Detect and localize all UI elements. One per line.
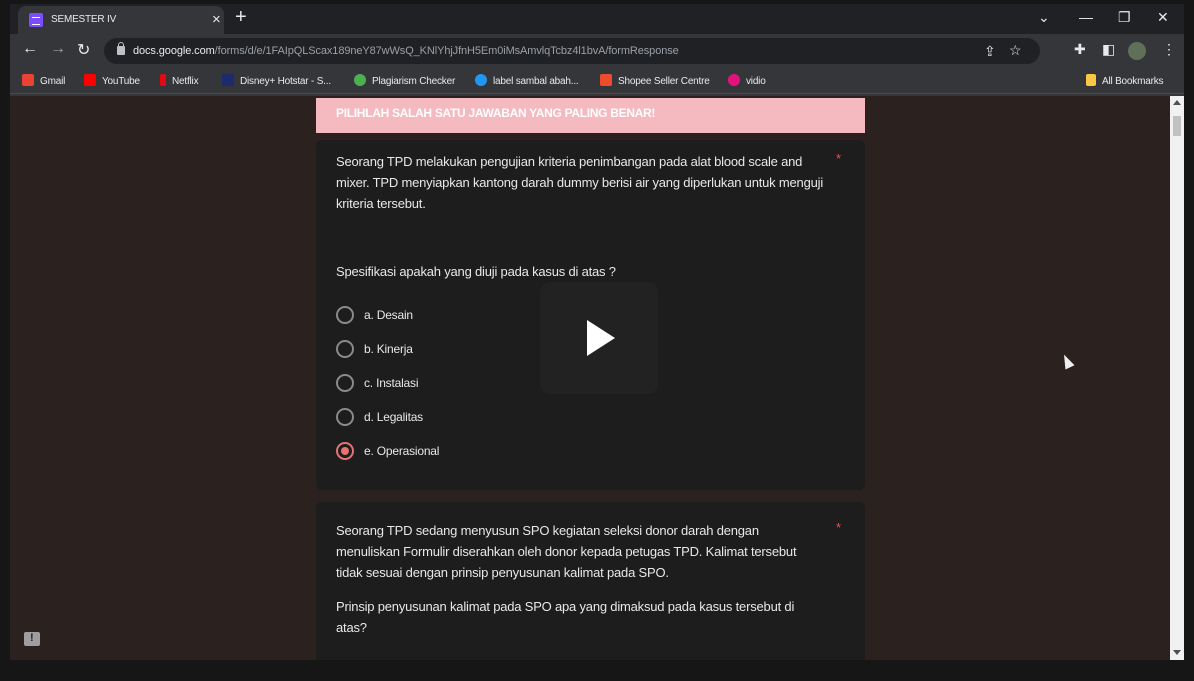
shopee-icon <box>600 74 612 86</box>
section-header-text: PILIHLAH SALAH SATU JAWABAN YANG PALING … <box>336 106 656 120</box>
youtube-icon <box>84 74 96 86</box>
bookmark-label: Netflix <box>172 76 199 87</box>
reload-icon[interactable]: ↻ <box>77 40 90 60</box>
browser-window: SEMESTER IV × + ⌄ — ❐ ✕ ← → ↻ docs.googl… <box>10 4 1184 660</box>
bookmark-plagiarism-checker[interactable]: Plagiarism Checker <box>354 74 455 87</box>
lock-icon[interactable] <box>117 42 125 55</box>
url-host: docs.google.com <box>133 45 215 57</box>
bookmark-label: Disney+ Hotstar - S... <box>240 76 331 87</box>
back-icon[interactable]: ← <box>22 40 38 58</box>
url-text[interactable]: docs.google.com/forms/d/e/1FAIpQLScax189… <box>133 45 679 57</box>
option-label: c. Instalasi <box>364 376 419 390</box>
radio-button[interactable] <box>336 306 354 324</box>
radio-button[interactable] <box>336 340 354 358</box>
forms-favicon-icon <box>29 13 43 27</box>
vertical-scrollbar[interactable] <box>1170 96 1184 660</box>
bookmark-label: Shopee Seller Centre <box>618 76 710 87</box>
close-window-icon[interactable]: ✕ <box>1157 9 1169 26</box>
option-label: b. Kinerja <box>364 342 413 356</box>
question-2-prompt: Prinsip penyusunan kalimat pada SPO apa … <box>336 599 795 635</box>
netflix-icon <box>160 74 166 86</box>
required-marker: * <box>836 151 842 166</box>
label-sambal-icon <box>475 74 487 86</box>
share-icon[interactable]: ⇪ <box>984 43 996 60</box>
bookmark-netflix[interactable]: Netflix <box>160 74 199 87</box>
bookmark-shopee-seller[interactable]: Shopee Seller Centre <box>600 74 710 87</box>
all-bookmarks-label: All Bookmarks <box>1102 76 1164 87</box>
side-panel-icon[interactable]: ◧ <box>1102 41 1115 58</box>
bookmark-gmail[interactable]: Gmail <box>22 74 65 87</box>
scroll-up-arrow-icon[interactable] <box>1173 100 1181 105</box>
bookmark-vidio[interactable]: vidio <box>728 74 766 87</box>
bookmark-label-sambal[interactable]: label sambal abah... <box>475 74 579 87</box>
section-header: PILIHLAH SALAH SATU JAWABAN YANG PALING … <box>316 98 865 133</box>
question-1-prompt: Spesifikasi apakah yang diuji pada kasus… <box>336 264 616 279</box>
radio-button-selected[interactable] <box>336 442 354 460</box>
new-tab-icon[interactable]: + <box>235 6 247 29</box>
bookmark-hotstar[interactable]: Disney+ Hotstar - S... <box>222 74 331 87</box>
option-label: e. Operasional <box>364 444 440 458</box>
forward-icon[interactable]: → <box>50 40 66 58</box>
tab-title: SEMESTER IV <box>51 14 117 25</box>
bookmark-label: vidio <box>746 76 766 87</box>
profile-avatar[interactable] <box>1128 42 1146 60</box>
scroll-thumb[interactable] <box>1173 116 1181 136</box>
required-marker: * <box>836 520 842 535</box>
restore-icon[interactable]: ❐ <box>1118 9 1131 26</box>
extensions-icon[interactable]: ✚ <box>1074 41 1086 58</box>
page-viewport: PILIHLAH SALAH SATU JAWABAN YANG PALING … <box>10 96 1170 660</box>
tab-close-icon[interactable]: × <box>212 11 221 28</box>
bookmark-label: Plagiarism Checker <box>372 76 456 87</box>
option-label: a. Desain <box>364 308 413 322</box>
all-bookmarks[interactable]: All Bookmarks <box>1086 74 1164 87</box>
url-path: /forms/d/e/1FAIpQLScax189neY87wWsQ_KNlYh… <box>214 45 679 57</box>
scroll-down-arrow-icon[interactable] <box>1173 650 1181 655</box>
question-card-2: Seorang TPD sedang menyusun SPO kegiatan… <box>316 502 865 660</box>
radio-button[interactable] <box>336 408 354 426</box>
vidio-icon <box>728 74 740 86</box>
question-1-text: Seorang TPD melakukan pengujian kriteria… <box>336 154 824 211</box>
bookmark-label: YouTube <box>102 76 140 87</box>
bookmarks-bar: Gmail YouTube Netflix Disney+ Hotstar - … <box>10 68 1184 94</box>
option-label: d. Legalitas <box>364 410 423 424</box>
bookmark-star-icon[interactable]: ☆ <box>1009 42 1022 59</box>
menu-kebab-icon[interactable]: ⋮ <box>1162 41 1176 58</box>
play-icon[interactable] <box>587 320 615 356</box>
bookmark-label: label sambal abah... <box>493 76 579 87</box>
video-play-overlay[interactable] <box>540 282 658 394</box>
address-bar[interactable]: docs.google.com/forms/d/e/1FAIpQLScax189… <box>104 38 1040 64</box>
tab-semester-iv[interactable]: SEMESTER IV × <box>18 6 224 34</box>
hotstar-icon <box>222 74 234 86</box>
bookmark-label: Gmail <box>40 76 66 87</box>
folder-icon <box>1086 74 1096 86</box>
tab-strip: SEMESTER IV × + ⌄ — ❐ ✕ <box>10 4 1184 34</box>
browser-toolbar: ← → ↻ docs.google.com/forms/d/e/1FAIpQLS… <box>10 34 1184 68</box>
bookmark-youtube[interactable]: YouTube <box>84 74 140 87</box>
radio-button[interactable] <box>336 374 354 392</box>
tab-search-chevron-icon[interactable]: ⌄ <box>1038 9 1050 26</box>
mouse-cursor-icon <box>1059 352 1075 370</box>
plagiarism-checker-icon <box>354 74 366 86</box>
minimize-icon[interactable]: — <box>1079 9 1093 25</box>
question-2-text: Seorang TPD sedang menyusun SPO kegiatan… <box>336 523 797 580</box>
gmail-icon <box>22 74 34 86</box>
feedback-icon[interactable] <box>24 632 40 646</box>
